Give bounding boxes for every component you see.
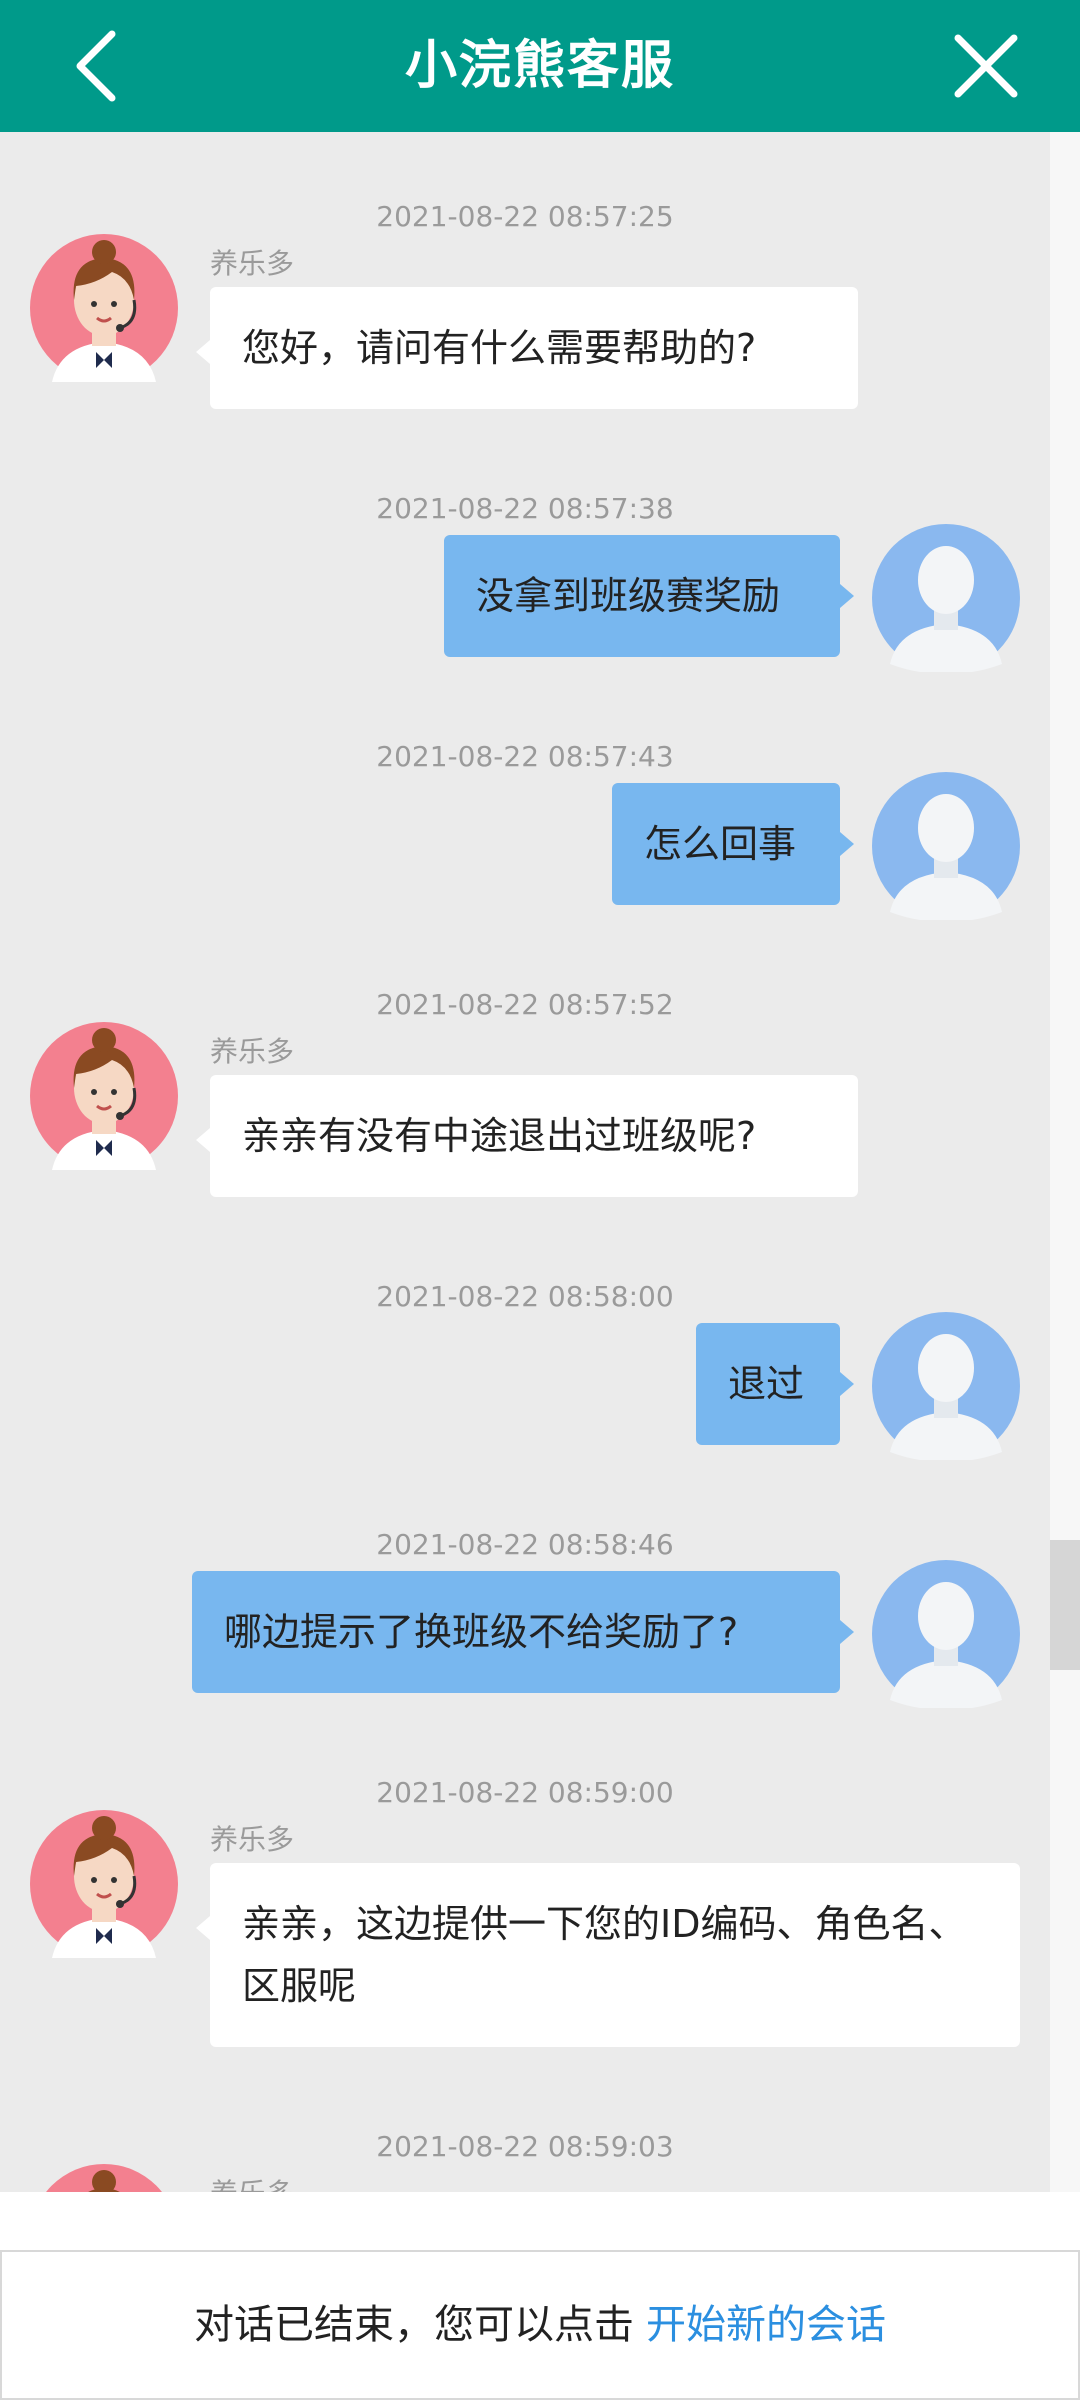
message-timestamp: 2021-08-22 08:57:38: [376, 492, 674, 525]
message-timestamp: 2021-08-22 08:58:00: [376, 1280, 674, 1313]
user-message-bubble: 怎么回事: [612, 783, 840, 905]
user-avatar-icon: [872, 1312, 1020, 1460]
agent-name: 养乐多: [210, 247, 295, 280]
agent-name: 养乐多: [210, 1035, 295, 1068]
user-avatar-icon: [872, 1560, 1020, 1708]
agent-message-bubble: 您好，请问有什么需要帮助的?: [210, 287, 858, 409]
top-bar: 小浣熊客服: [0, 0, 1080, 132]
start-new-conversation-link[interactable]: 开始新的会话: [646, 2302, 886, 2348]
message-timestamp: 2021-08-22 08:59:00: [376, 1776, 674, 1809]
message-timestamp: 2021-08-22 08:57:52: [376, 988, 674, 1021]
user-avatar-icon: [872, 524, 1020, 672]
agent-avatar-icon: [46, 2164, 162, 2192]
user-message-bubble: 退过: [696, 1323, 840, 1445]
message-timestamp: 2021-08-22 08:57:25: [376, 200, 674, 233]
message-timestamp: 2021-08-22 08:57:43: [376, 740, 674, 773]
user-message-bubble: 没拿到班级赛奖励: [444, 535, 840, 657]
agent-avatar-icon: [30, 234, 178, 382]
agent-avatar-icon: [30, 1022, 178, 1170]
scrollbar[interactable]: [1050, 132, 1080, 2192]
conversation-ended-text: 对话已结束，您可以点击: [194, 2302, 634, 2348]
agent-name: 养乐多: [210, 2172, 294, 2192]
page-title: 小浣熊客服: [404, 36, 675, 96]
conversation-ended-bar: 对话已结束，您可以点击 开始新的会话: [0, 2250, 1080, 2400]
user-avatar-icon: [872, 772, 1020, 920]
chat-area[interactable]: 2021-08-22 08:57:25 养乐多 您好，请问有什么需要帮助的? 2…: [0, 132, 1050, 2192]
user-message-bubble: 哪边提示了换班级不给奖励了?: [192, 1571, 840, 1693]
agent-avatar-icon: [30, 1810, 178, 1958]
agent-message-bubble: 亲亲，这边提供一下您的ID编码、角色名、区服呢: [210, 1863, 1020, 2047]
message-timestamp: 2021-08-22 08:59:03: [376, 2130, 674, 2163]
agent-message-bubble: 亲亲有没有中途退出过班级呢?: [210, 1075, 858, 1197]
message-timestamp: 2021-08-22 08:58:46: [376, 1528, 674, 1561]
agent-name: 养乐多: [210, 1823, 295, 1856]
close-icon[interactable]: [946, 26, 1026, 106]
scrollbar-thumb[interactable]: [1050, 1540, 1080, 1670]
